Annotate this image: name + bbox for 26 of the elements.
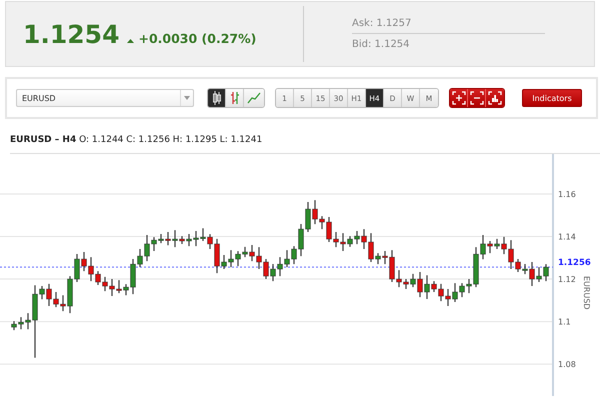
chart-type-button[interactable]	[226, 89, 244, 107]
price-value: 1.1254	[23, 20, 120, 48]
y-axis-label: 1.14	[558, 232, 576, 242]
zoom-in-icon	[452, 91, 466, 105]
bid-price: Bid: 1.1254	[352, 38, 411, 52]
axis-title: EURUSD	[582, 276, 591, 310]
chart-title: EURUSD – H4 O: 1.1244 C: 1.1256 H: 1.1295 L: 1.1241	[10, 131, 600, 154]
line-chart-icon	[247, 92, 261, 104]
bar-chart-icon	[230, 91, 240, 105]
symbol-dropdown[interactable]: EURUSD	[16, 89, 194, 107]
y-axis-label: 1.12	[558, 275, 576, 284]
bar-graph-icon	[488, 91, 502, 105]
zoom-in-button[interactable]	[450, 89, 468, 107]
volume-button[interactable]	[486, 89, 504, 107]
zoom-out-button[interactable]	[468, 89, 486, 107]
indicators-button[interactable]: Indicators	[522, 89, 582, 107]
current-price-label: 1.1256	[558, 258, 591, 268]
y-axis-label: 1.08	[558, 360, 576, 370]
caret-icon	[184, 96, 190, 100]
candlestick-icon	[212, 91, 222, 105]
chart-type-button[interactable]	[208, 89, 226, 107]
price-change: +0.0030 (0.27%)	[138, 30, 256, 46]
y-axis-label: 1.1	[558, 318, 571, 327]
y-axis-label: 1.16	[558, 190, 576, 199]
zoom-out-icon	[470, 91, 484, 105]
ask-price: Ask: 1.1257	[352, 16, 545, 34]
